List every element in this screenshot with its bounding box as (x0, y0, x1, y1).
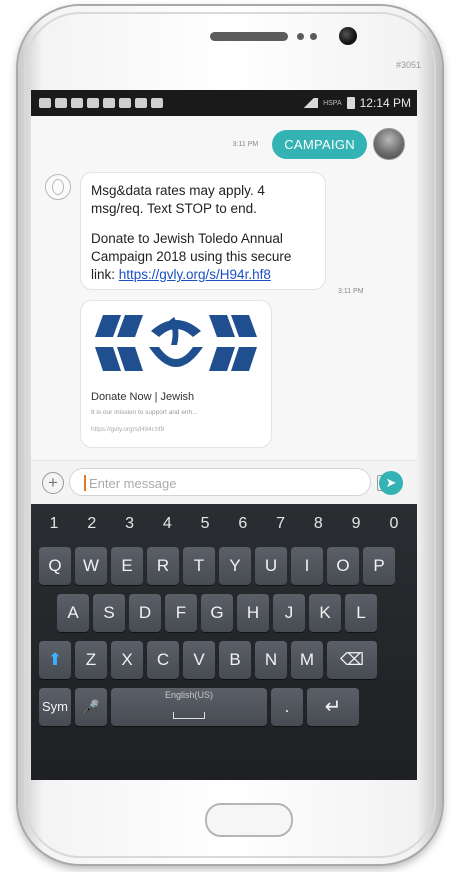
conversation-area[interactable]: 3:11 PM CAMPAIGN Msg&data rates may appl… (31, 116, 417, 460)
preview-url: https://gvly.org/s/H94r.hf8 (91, 426, 165, 433)
user-avatar[interactable] (373, 128, 405, 160)
preview-description: It is our mission to support and enh... (91, 409, 198, 416)
sym-key[interactable]: Sym (39, 688, 71, 726)
network-label: HSPA (323, 99, 342, 107)
space-key[interactable]: English(US) (111, 688, 267, 726)
key-d[interactable]: D (129, 594, 161, 632)
key-1[interactable]: 1 (43, 515, 65, 533)
key-f[interactable]: F (165, 594, 197, 632)
key-row-1: Q W E R T Y U I O P (35, 547, 413, 585)
notification-icon (71, 98, 83, 108)
key-row-3: ⬆ Z X C V B N M ⌫ (35, 641, 413, 679)
shift-key[interactable]: ⬆ (39, 641, 71, 679)
message-placeholder: Enter message (89, 476, 177, 491)
home-button[interactable] (205, 803, 293, 837)
key-t[interactable]: T (183, 547, 215, 585)
key-u[interactable]: U (255, 547, 287, 585)
key-z[interactable]: Z (75, 641, 107, 679)
key-v[interactable]: V (183, 641, 215, 679)
notification-icon (135, 98, 147, 108)
signal-icon (300, 98, 319, 108)
backspace-key[interactable]: ⌫ (327, 641, 377, 679)
text-cursor (84, 475, 86, 491)
proximity-sensor (297, 33, 304, 40)
compose-bar: + Enter message ➤ (31, 460, 417, 505)
logo-graphic (95, 315, 257, 371)
contact-avatar-icon[interactable] (45, 174, 71, 200)
key-p[interactable]: P (363, 547, 395, 585)
key-c[interactable]: C (147, 641, 179, 679)
key-row-4: Sym 🎤 English(US) . ↵ (35, 688, 413, 726)
jewish-toledo-logo (81, 301, 271, 383)
outgoing-time: 3:11 PM (232, 140, 259, 148)
preview-title: Donate Now | Jewish (91, 391, 195, 403)
key-7[interactable]: 7 (270, 515, 292, 533)
key-9[interactable]: 9 (345, 515, 367, 533)
key-3[interactable]: 3 (119, 515, 141, 533)
key-8[interactable]: 8 (307, 515, 329, 533)
incoming-time: 3:11 PM (338, 288, 364, 295)
donation-link[interactable]: https://gvly.org/s/H94r.hf8 (119, 267, 271, 282)
key-y[interactable]: Y (219, 547, 251, 585)
key-h[interactable]: H (237, 594, 269, 632)
enter-key[interactable]: ↵ (307, 688, 359, 726)
notification-icon (39, 98, 51, 108)
message-line-rates: Msg&data rates may apply. 4 msg/req. Tex… (91, 183, 265, 216)
phone-screen: HSPA 12:14 PM 3:11 PM CAMPAIGN Msg&data … (31, 90, 417, 780)
message-input[interactable]: Enter message (69, 468, 394, 496)
notification-icon (87, 98, 99, 108)
key-g[interactable]: G (201, 594, 233, 632)
number-row: 1 2 3 4 5 6 7 8 9 0 (35, 510, 413, 538)
earpiece-speaker (210, 32, 288, 41)
key-e[interactable]: E (111, 547, 143, 585)
message-line-donate: Donate to Jewish Toledo Annual Campaign … (91, 230, 315, 284)
key-i[interactable]: I (291, 547, 323, 585)
key-r[interactable]: R (147, 547, 179, 585)
key-q[interactable]: Q (39, 547, 71, 585)
key-j[interactable]: J (273, 594, 305, 632)
key-0[interactable]: 0 (383, 515, 405, 533)
key-n[interactable]: N (255, 641, 287, 679)
key-o[interactable]: O (327, 547, 359, 585)
light-sensor (310, 33, 317, 40)
incoming-message-bubble[interactable]: Msg&data rates may apply. 4 msg/req. Tex… (80, 172, 326, 290)
period-key[interactable]: . (271, 688, 303, 726)
key-4[interactable]: 4 (156, 515, 178, 533)
model-label: #3051 (396, 60, 422, 70)
key-row-2: A S D F G H J K L (35, 594, 413, 632)
send-button[interactable]: ➤ (379, 471, 403, 495)
key-6[interactable]: 6 (232, 515, 254, 533)
key-w[interactable]: W (75, 547, 107, 585)
key-k[interactable]: K (309, 594, 341, 632)
notification-icon (119, 98, 131, 108)
key-2[interactable]: 2 (81, 515, 103, 533)
outgoing-message-row: 3:11 PM CAMPAIGN (233, 128, 405, 160)
status-right: HSPA 12:14 PM (300, 96, 411, 110)
space-bar-icon (173, 712, 205, 719)
notification-icon (103, 98, 115, 108)
notification-icons (39, 98, 163, 108)
key-m[interactable]: M (291, 641, 323, 679)
key-5[interactable]: 5 (194, 515, 216, 533)
mic-key[interactable]: 🎤 (75, 688, 107, 726)
add-attachment-button[interactable]: + (42, 472, 64, 494)
key-x[interactable]: X (111, 641, 143, 679)
space-language-label: English(US) (164, 690, 213, 700)
status-bar: HSPA 12:14 PM (31, 90, 417, 116)
notification-icon (151, 98, 163, 108)
outgoing-message-bubble[interactable]: CAMPAIGN (272, 129, 367, 159)
link-preview-card[interactable]: Donate Now | Jewish It is our mission to… (80, 300, 272, 448)
key-a[interactable]: A (57, 594, 89, 632)
notification-icon (55, 98, 67, 108)
status-time: 12:14 PM (359, 96, 411, 110)
key-s[interactable]: S (93, 594, 125, 632)
keyboard: 1 2 3 4 5 6 7 8 9 0 Q W E R T Y U I O P … (31, 504, 417, 780)
key-l[interactable]: L (345, 594, 377, 632)
key-b[interactable]: B (219, 641, 251, 679)
battery-icon (346, 97, 355, 109)
front-camera (339, 27, 357, 45)
